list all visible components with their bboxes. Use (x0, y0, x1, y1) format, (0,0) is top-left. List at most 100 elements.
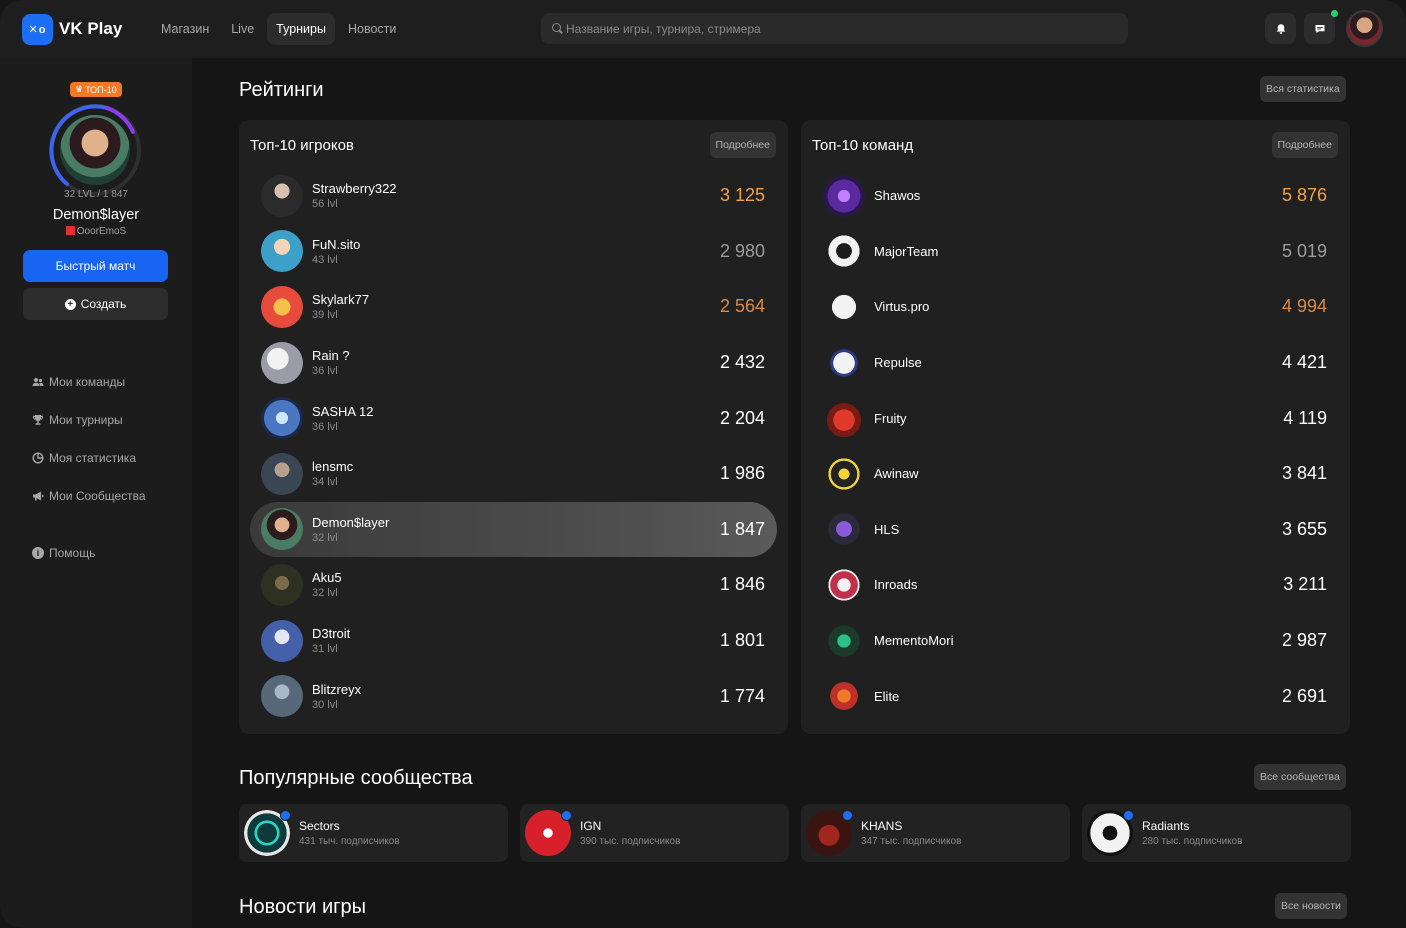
nav-live[interactable]: Live (222, 13, 263, 45)
player-row[interactable]: SASHA 12 36 lvl 2 204 (250, 390, 777, 446)
team-score: 4 119 (1283, 407, 1327, 428)
team-row[interactable]: MementoMori 2 987 (812, 613, 1339, 669)
user-avatar[interactable] (1346, 10, 1383, 47)
player-avatar (261, 174, 303, 217)
nav-tournaments[interactable]: Турниры (267, 13, 335, 45)
player-score: 2 564 (719, 296, 765, 317)
player-name: Blitzreyx (312, 681, 362, 697)
sidebar-item-my-stats[interactable]: Моя статистика (32, 439, 146, 477)
community-name: IGN (580, 819, 602, 833)
all-news-button[interactable]: Все новости (1275, 893, 1347, 919)
player-score: 3 125 (719, 185, 765, 206)
player-avatar (261, 230, 303, 273)
sidebar-item-my-communities[interactable]: Мои Сообщества (32, 477, 146, 515)
player-row[interactable]: lensmc 34 lvl 1 986 (250, 446, 777, 502)
player-name: Rain ? (312, 348, 350, 364)
player-score: 1 986 (719, 463, 765, 484)
team-score: 3 841 (1281, 463, 1327, 484)
player-row[interactable]: D3troit 31 lvl 1 801 (250, 613, 777, 669)
player-row[interactable]: Demon$layer 32 lvl 1 847 (250, 501, 777, 558)
radiants-logo-icon (1087, 810, 1134, 856)
player-avatar (261, 508, 303, 551)
team-row[interactable]: HLS 3 655 (812, 502, 1339, 558)
community-name: Radiants (1142, 819, 1190, 833)
player-row[interactable]: Rain ? 36 lvl 2 432 (250, 335, 777, 391)
team-row[interactable]: Virtus.pro 4 994 (812, 279, 1339, 335)
online-status-dot (1331, 10, 1338, 17)
team-row[interactable]: Inroads 3 211 (812, 557, 1339, 613)
player-level: 31 lvl (312, 643, 338, 656)
all-communities-button[interactable]: Все сообщества (1254, 764, 1346, 790)
team-row[interactable]: Fruity 4 119 (812, 390, 1339, 446)
sectors-logo-icon (244, 810, 291, 856)
player-avatar (261, 285, 303, 328)
profile-avatar[interactable] (47, 102, 145, 196)
sidebar-item-my-teams[interactable]: Мои команды (32, 363, 146, 401)
team-row[interactable]: Elite 2 691 (812, 668, 1339, 724)
verified-icon (561, 810, 572, 821)
team-score: 2 691 (1281, 685, 1327, 706)
team-logo-icon (823, 397, 865, 440)
team-row[interactable]: Repulse 4 421 (812, 335, 1339, 391)
chat-icon (1315, 24, 1324, 33)
team-logo-icon (823, 174, 865, 217)
team-row[interactable]: MajorTeam 5 019 (812, 224, 1339, 280)
quick-match-button[interactable]: Быстрый матч (23, 250, 168, 282)
ratings-title: Рейтинги (239, 79, 324, 101)
team-name: Elite (874, 688, 900, 704)
community-card-sectors[interactable]: Sectors 431 тыч. подписчиков (239, 804, 508, 862)
team-name: Repulse (874, 355, 922, 371)
vk-play-logo[interactable]: ✕o VK Play (22, 13, 122, 45)
team-logo-icon (823, 452, 865, 495)
player-row[interactable]: FuN.sito 43 lvl 2 980 (250, 224, 777, 280)
messages-button[interactable] (1304, 10, 1338, 44)
all-stats-button[interactable]: Вся статистика (1260, 76, 1346, 102)
team-name: Inroads (874, 577, 918, 593)
team-name: MajorTeam (874, 243, 939, 259)
profile-team[interactable]: OoorEmoS (0, 226, 192, 237)
team-row[interactable]: Awinaw 3 841 (812, 446, 1339, 502)
team-logo-icon (823, 563, 865, 606)
profile-avatar-image (60, 115, 130, 185)
help-link[interactable]: i Помощь (32, 542, 95, 564)
player-row[interactable]: Strawberry322 56 lvl 3 125 (250, 168, 777, 224)
teams-more-button[interactable]: Подробнее (1271, 132, 1338, 158)
ign-logo-icon (525, 810, 572, 856)
player-level: 32 lvl (312, 531, 338, 544)
top-players-title: Топ-10 игроков (250, 137, 354, 154)
players-more-button[interactable]: Подробнее (709, 132, 776, 158)
team-logo-icon (823, 675, 865, 718)
player-score: 1 847 (719, 518, 765, 539)
top10-badge-label: ТОП-10 (85, 84, 117, 95)
verified-icon (1123, 810, 1134, 821)
top-teams-panel: Топ-10 команд Подробнее Shawos 5 876 Major… (801, 120, 1350, 734)
create-button-label: Создать (80, 297, 127, 311)
top-teams-title: Топ-10 команд (812, 137, 914, 154)
community-subscribers: 347 тыс. подписчиков (861, 836, 962, 847)
info-icon: i (32, 547, 44, 559)
player-row[interactable]: Skylark77 39 lvl 2 564 (250, 279, 777, 335)
users-icon (32, 378, 44, 386)
create-button[interactable]: + Создать (23, 288, 168, 320)
top10-badge: ♛ ТОП-10 (70, 82, 122, 97)
community-card-ign[interactable]: IGN 390 тыс. подписчиков (520, 804, 789, 862)
notifications-button[interactable] (1265, 13, 1296, 44)
player-name: FuN.sito (312, 236, 361, 252)
team-row[interactable]: Shawos 5 876 (812, 168, 1339, 224)
community-card-radiants[interactable]: Radiants 280 тыс. подписчиков (1082, 804, 1351, 862)
community-card-khans[interactable]: KHANS 347 тыс. подписчиков (801, 804, 1070, 862)
nav-store[interactable]: Магазин (152, 13, 218, 45)
player-row[interactable]: Blitzreyx 30 lvl 1 774 (250, 668, 777, 724)
nav-news[interactable]: Новости (339, 13, 405, 45)
player-row[interactable]: Aku5 32 lvl 1 846 (250, 557, 777, 613)
top-bar: ✕o VK Play Магазин Live Турниры Новости (0, 0, 1406, 58)
team-logo-icon (823, 341, 865, 384)
search-input[interactable] (566, 21, 1106, 36)
verified-icon (842, 810, 853, 821)
search-bar[interactable] (541, 13, 1128, 44)
player-avatar (261, 675, 303, 718)
team-name: Awinaw (874, 466, 919, 482)
player-name: SASHA 12 (312, 403, 374, 419)
app-window: ✕o VK Play Магазин Live Турниры Новости … (0, 0, 1406, 928)
sidebar-item-my-tournaments[interactable]: Мои турниры (32, 401, 146, 439)
